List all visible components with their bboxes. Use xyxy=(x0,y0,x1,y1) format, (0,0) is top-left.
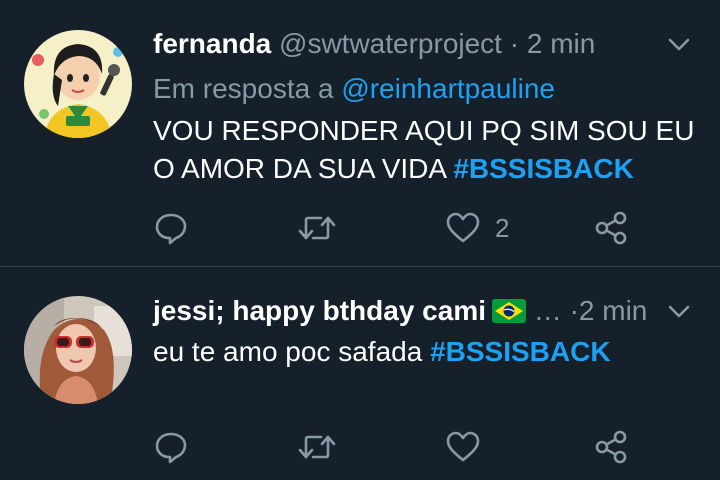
hashtag-link[interactable]: #BSSISBACK xyxy=(430,336,610,367)
brazil-flag-icon xyxy=(492,299,526,323)
avatar[interactable] xyxy=(24,30,132,138)
like-count: 2 xyxy=(495,212,510,243)
reply-icon xyxy=(155,432,187,464)
tweet-text-fragment: eu te amo poc safada xyxy=(153,336,423,367)
tweet-content: fernanda @swtwaterproject · 2 min Em res… xyxy=(153,24,700,188)
share-button[interactable] xyxy=(593,427,629,467)
separator-dot: · xyxy=(569,295,579,326)
name-ellipsis: … xyxy=(533,295,562,326)
share-icon xyxy=(595,211,627,245)
avatar-image xyxy=(24,296,132,404)
display-name[interactable]: fernanda xyxy=(153,28,271,59)
timestamp[interactable]: 2 min xyxy=(527,28,595,59)
share-icon xyxy=(595,430,627,464)
tweet-text: eu te amo poc safada #BSSISBACK xyxy=(153,333,700,371)
share-button[interactable] xyxy=(593,208,629,248)
user-handle[interactable]: @swtwaterproject xyxy=(279,28,502,59)
avatar-image xyxy=(24,30,132,138)
like-button[interactable] xyxy=(445,427,481,467)
timestamp[interactable]: 2 min xyxy=(579,295,647,326)
tweet-text: VOU RESPONDER AQUI PQ SIM SOU EU O AMOR … xyxy=(153,112,700,188)
chevron-down-icon[interactable] xyxy=(668,305,690,319)
tweet-actions xyxy=(153,427,633,467)
reply-prefix: Em resposta a xyxy=(153,73,334,104)
retweet-button[interactable] xyxy=(297,208,337,248)
chevron-down-icon[interactable] xyxy=(668,38,690,52)
avatar[interactable] xyxy=(24,296,132,404)
reply-button[interactable] xyxy=(153,427,189,467)
retweet-icon xyxy=(298,216,336,240)
like-button[interactable]: 2 xyxy=(445,208,509,248)
display-name[interactable]: jessi; happy bthday cami xyxy=(153,295,486,326)
tweet-header: jessi; happy bthday cami … ·2 min xyxy=(153,291,700,331)
tweet-text-fragment: O AMOR DA SUA VIDA xyxy=(153,153,446,184)
tweet-content: jessi; happy bthday cami … ·2 min eu te … xyxy=(153,291,700,371)
hashtag-link[interactable]: #BSSISBACK xyxy=(453,153,633,184)
reply-mention[interactable]: @reinhartpauline xyxy=(341,73,555,104)
tweet-actions: 2 xyxy=(153,208,633,248)
retweet-icon xyxy=(298,435,336,459)
reply-context: Em resposta a @reinhartpauline xyxy=(153,69,700,109)
reply-icon xyxy=(155,213,187,245)
tweet-header: fernanda @swtwaterproject · 2 min xyxy=(153,24,700,64)
tweet[interactable]: jessi; happy bthday cami … ·2 min eu te … xyxy=(0,267,720,480)
separator-dot: · xyxy=(509,28,520,59)
like-icon xyxy=(446,212,480,243)
reply-button[interactable] xyxy=(153,208,189,248)
retweet-button[interactable] xyxy=(297,427,337,467)
like-icon xyxy=(446,431,480,462)
tweet-text-line: VOU RESPONDER AQUI PQ SIM SOU EU xyxy=(153,115,695,146)
tweet[interactable]: fernanda @swtwaterproject · 2 min Em res… xyxy=(0,0,720,266)
tweet-text-line-2: O AMOR DA SUA VIDA #BSSISBACK xyxy=(153,150,700,188)
